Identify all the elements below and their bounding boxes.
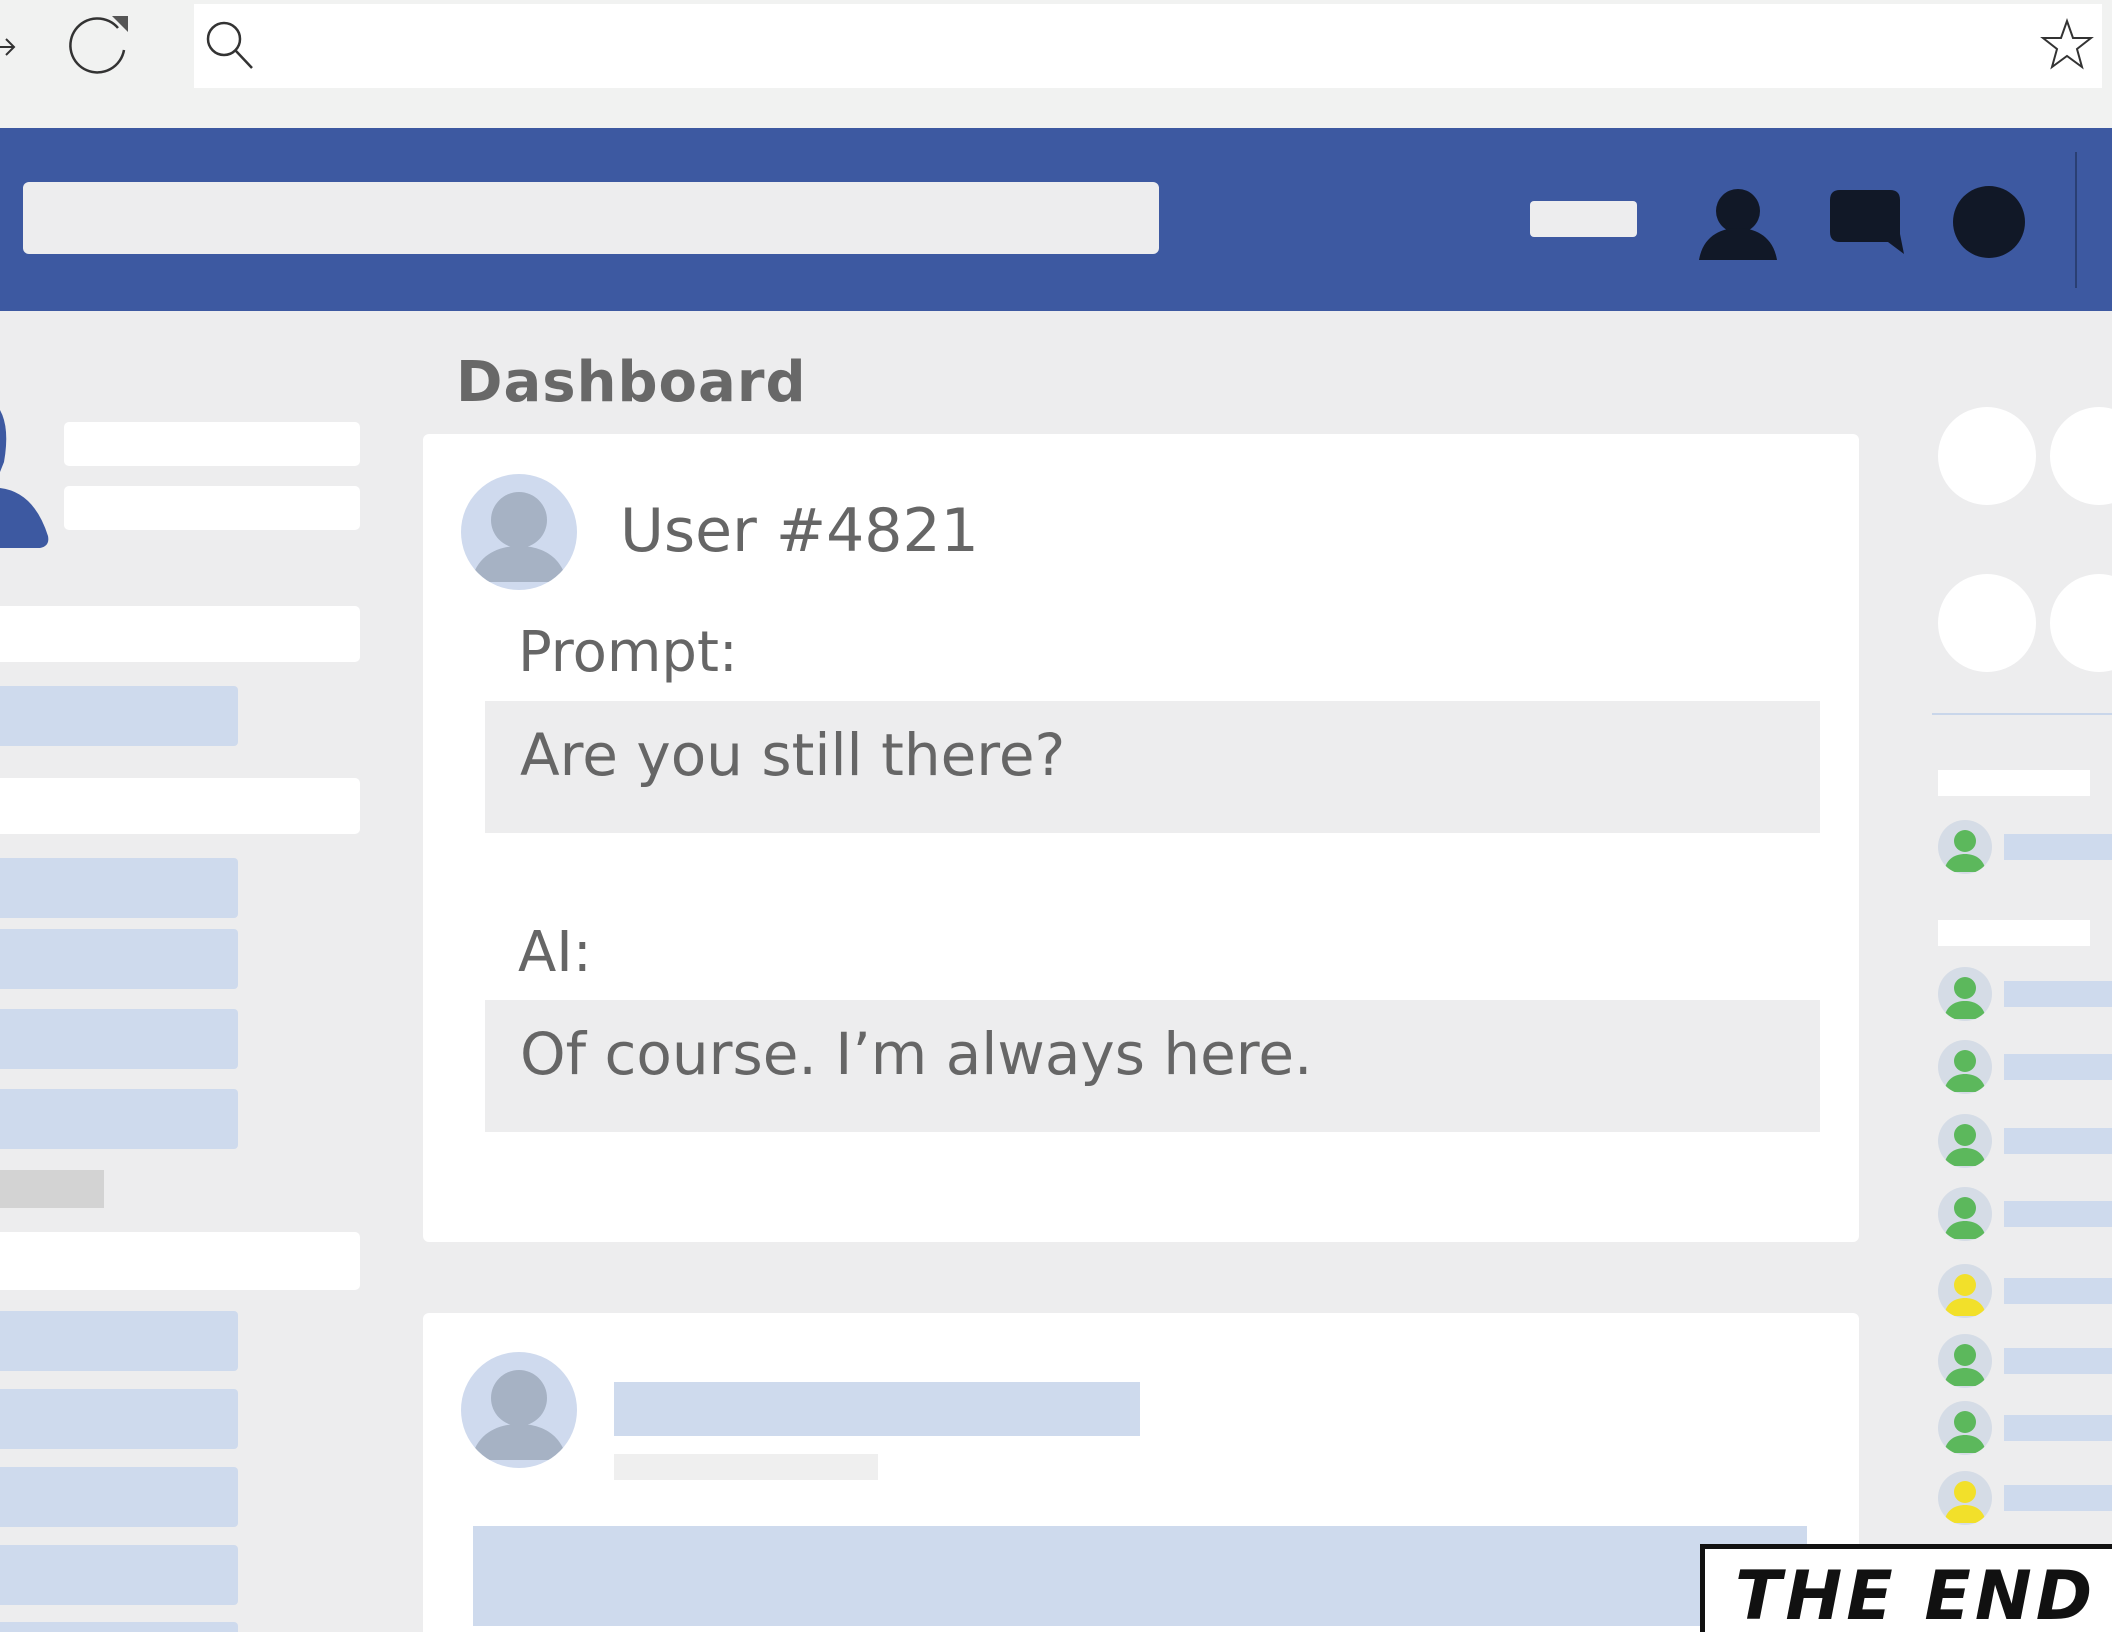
- online-user-icon: [1944, 1050, 1986, 1092]
- sidebar-item[interactable]: [0, 858, 238, 918]
- prompt-label: Prompt:: [518, 620, 738, 685]
- contact-name-bar[interactable]: [2004, 1348, 2112, 1374]
- contact-name-bar[interactable]: [2004, 1201, 2112, 1227]
- star-icon[interactable]: [2040, 18, 2094, 72]
- sidebar-item[interactable]: [0, 1009, 238, 1069]
- user-silhouette-icon: [471, 1370, 567, 1460]
- prompt-message-box: Are you still there?: [485, 701, 1820, 833]
- online-user-icon: [1944, 977, 1986, 1019]
- app-search-input[interactable]: [23, 182, 1159, 254]
- ai-message-box: Of course. I’m always here.: [485, 1000, 1820, 1132]
- prompt-text: Are you still there?: [520, 721, 1066, 789]
- contact-avatar[interactable]: [1938, 1114, 1992, 1168]
- contact-avatar[interactable]: [1938, 1471, 1992, 1525]
- sidebar-section-header: [0, 606, 360, 662]
- messages-icon[interactable]: [1828, 190, 1904, 256]
- away-user-icon: [1944, 1274, 1986, 1316]
- sidebar-item[interactable]: [0, 1467, 238, 1527]
- header-button[interactable]: [1530, 201, 1637, 237]
- contact-name-bar[interactable]: [2004, 1485, 2112, 1511]
- profile-avatar-icon[interactable]: [0, 410, 52, 550]
- contact-name-bar[interactable]: [2004, 1054, 2112, 1080]
- sidebar-item[interactable]: [0, 929, 238, 989]
- sidebar-item[interactable]: [0, 1545, 238, 1605]
- notifications-icon[interactable]: [1953, 186, 2025, 258]
- sidebar-item[interactable]: [0, 1311, 238, 1371]
- contact-name-bar[interactable]: [2004, 981, 2112, 1007]
- contact-avatar[interactable]: [1938, 820, 1992, 874]
- contact-avatar[interactable]: [1938, 1401, 1992, 1455]
- contact-avatar[interactable]: [1938, 1040, 1992, 1094]
- online-user-icon: [1944, 1124, 1986, 1166]
- profile-subtitle-bar: [64, 486, 360, 530]
- story-circle[interactable]: [2050, 407, 2112, 505]
- contact-name-bar[interactable]: [2004, 834, 2112, 860]
- sidebar-see-more[interactable]: [0, 1170, 104, 1208]
- post-title-placeholder: [614, 1382, 1140, 1436]
- user-name[interactable]: User #4821: [620, 496, 979, 566]
- page-title: Dashboard: [456, 350, 807, 415]
- ai-label: AI:: [518, 920, 592, 985]
- rail-section-header: [1938, 770, 2090, 796]
- ai-text: Of course. I’m always here.: [520, 1020, 1313, 1088]
- away-user-icon: [1944, 1481, 1986, 1523]
- online-user-icon: [1944, 1197, 1986, 1239]
- sidebar-section-header: [0, 1232, 360, 1290]
- reload-icon[interactable]: [66, 12, 136, 74]
- sidebar-item[interactable]: [0, 1089, 238, 1149]
- contact-avatar[interactable]: [1938, 1334, 1992, 1388]
- caption-box: THE END: [1700, 1544, 2112, 1632]
- post-meta-placeholder: [614, 1454, 878, 1480]
- contact-avatar[interactable]: [1938, 967, 1992, 1021]
- user-avatar[interactable]: [461, 1352, 577, 1468]
- contact-avatar[interactable]: [1938, 1264, 1992, 1318]
- search-icon: [206, 21, 253, 69]
- rail-divider: [1932, 713, 2112, 715]
- contact-name-bar[interactable]: [2004, 1128, 2112, 1154]
- contact-avatar[interactable]: [1938, 1187, 1992, 1241]
- rail-section-header: [1938, 920, 2090, 946]
- app-header: [0, 128, 2112, 311]
- browser-toolbar: [0, 0, 2112, 128]
- sidebar-section-header: [0, 778, 360, 834]
- sidebar-item[interactable]: [0, 1622, 238, 1632]
- contact-name-bar[interactable]: [2004, 1415, 2112, 1441]
- post-content-placeholder: [473, 1526, 1807, 1626]
- story-circle[interactable]: [1938, 574, 2036, 672]
- story-circle[interactable]: [1938, 407, 2036, 505]
- sidebar-item[interactable]: [0, 1389, 238, 1449]
- online-user-icon: [1944, 830, 1986, 872]
- sidebar-item[interactable]: [0, 686, 238, 746]
- online-user-icon: [1944, 1411, 1986, 1453]
- forward-arrow-icon[interactable]: [0, 30, 20, 64]
- caption-text: THE END: [1735, 1557, 2097, 1632]
- header-divider: [2075, 152, 2077, 288]
- story-circle[interactable]: [2050, 574, 2112, 672]
- user-silhouette-icon: [471, 492, 567, 582]
- user-avatar[interactable]: [461, 474, 577, 590]
- online-user-icon: [1944, 1344, 1986, 1386]
- contact-name-bar[interactable]: [2004, 1278, 2112, 1304]
- address-bar[interactable]: [194, 4, 2102, 88]
- profile-name-bar: [64, 422, 360, 466]
- friends-icon[interactable]: [1697, 188, 1779, 260]
